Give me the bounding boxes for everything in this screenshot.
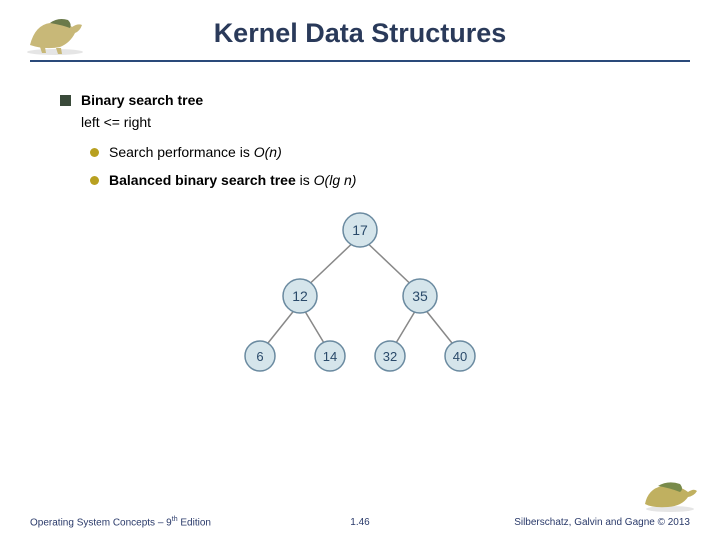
bullet-sub: left <= right [81, 114, 660, 130]
svg-text:40: 40 [453, 349, 467, 364]
dinosaur-left-icon [20, 5, 90, 55]
svg-text:32: 32 [383, 349, 397, 364]
header: Kernel Data Structures [30, 0, 690, 62]
bullet-item-0: Search performance is O(n) [90, 144, 660, 160]
footer-left: Operating System Concepts – 9th Edition [30, 516, 211, 528]
footer-right: Silberschatz, Galvin and Gagne © 2013 [514, 517, 690, 528]
tree-node-0: 17 [343, 213, 377, 247]
svg-text:14: 14 [323, 349, 337, 364]
bullet-main-text: Binary search tree [81, 92, 203, 108]
dot-bullet-icon [90, 148, 99, 157]
bullet-item-1-text: Balanced binary search tree is O(lg n) [109, 172, 356, 188]
svg-text:6: 6 [256, 349, 263, 364]
text-ital: O(n) [254, 144, 282, 160]
tree-node-2: 35 [403, 279, 437, 313]
text-bold: Balanced binary search tree [109, 172, 296, 188]
bullet-main: Binary search tree [60, 92, 660, 108]
text-ital: O(lg n) [314, 172, 357, 188]
bullet-item-0-text: Search performance is O(n) [109, 144, 282, 160]
page-title: Kernel Data Structures [30, 0, 690, 49]
tree-node-6: 40 [445, 341, 475, 371]
tree-svg: 17 12 35 6 14 [220, 208, 500, 378]
tree-node-3: 6 [245, 341, 275, 371]
svg-text:17: 17 [352, 222, 368, 238]
bullet-item-1: Balanced binary search tree is O(lg n) [90, 172, 660, 188]
svg-text:12: 12 [292, 288, 308, 304]
footer-left-a: Operating System Concepts – 9 [30, 517, 172, 528]
dot-bullet-icon [90, 176, 99, 185]
tree-node-5: 32 [375, 341, 405, 371]
dinosaur-right-icon [640, 474, 700, 512]
tree-node-4: 14 [315, 341, 345, 371]
square-bullet-icon [60, 95, 71, 106]
content: Binary search tree left <= right Search … [0, 62, 720, 378]
svg-text:35: 35 [412, 288, 428, 304]
footer-left-b: Edition [178, 517, 211, 528]
footer-center: 1.46 [350, 517, 369, 528]
tree-node-1: 12 [283, 279, 317, 313]
text-span: Search performance is [109, 144, 254, 160]
slide: Kernel Data Structures Binary search tre… [0, 0, 720, 540]
tree-diagram: 17 12 35 6 14 [210, 208, 510, 378]
text-span: is [296, 172, 314, 188]
